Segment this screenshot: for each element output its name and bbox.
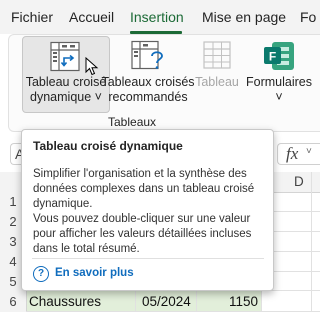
- tooltip-divider: [32, 258, 264, 259]
- learn-more-label[interactable]: En savoir plus: [55, 267, 134, 279]
- tab-formules[interactable]: Fo: [300, 9, 316, 25]
- recommended-pivot-label-line1: Tableaux croisés: [101, 75, 195, 89]
- recommended-pivot-tables-button[interactable]: Tableaux croisés recommandés: [101, 37, 195, 111]
- pivot-table-label-line2: dynamique ˅: [30, 90, 102, 104]
- column-divider: [311, 172, 312, 312]
- ribbon-panel: Tableau croisé dynamique ˅ Tableaux croi…: [8, 34, 320, 132]
- svg-text:F: F: [269, 50, 276, 64]
- table-button[interactable]: Tableau: [195, 37, 239, 111]
- tooltip-title: Tableau croisé dynamique: [33, 139, 183, 153]
- row-header-6[interactable]: 6: [0, 292, 27, 312]
- cell-date[interactable]: 05/2024: [142, 292, 191, 312]
- help-question-icon: ?: [33, 266, 49, 282]
- recommended-pivot-icon: [131, 40, 163, 70]
- pivot-table-label-line1: Tableau croisé: [25, 75, 107, 89]
- pivot-table-button[interactable]: Tableau croisé dynamique ˅: [22, 36, 110, 113]
- cell-product[interactable]: Chaussures: [29, 292, 101, 312]
- mouse-cursor-icon: [85, 57, 99, 76]
- fx-icon: fx: [286, 144, 299, 163]
- group-label-tables: Tableaux: [108, 115, 157, 129]
- tab-accueil[interactable]: Accueil: [69, 9, 114, 25]
- tooltip-hint: Vous pouvez double-cliquer sur une valeu…: [33, 213, 252, 255]
- column-divider: [135, 291, 136, 312]
- insert-function-box[interactable]: fx ˅: [277, 143, 320, 165]
- forms-button[interactable]: F Formulaires ˅: [239, 37, 319, 111]
- forms-label: Formulaires: [246, 75, 312, 89]
- chevron-down-icon: ˅: [306, 146, 312, 157]
- forms-icon: F: [264, 42, 294, 70]
- table-icon: [203, 41, 231, 69]
- recommended-pivot-label-line2: recommandés: [108, 90, 188, 104]
- column-header-d[interactable]: D: [294, 172, 304, 192]
- pivot-table-tooltip: Tableau croisé dynamique Simplifier l'or…: [21, 129, 274, 291]
- tab-mise-en-page[interactable]: Mise en page: [202, 9, 286, 25]
- menu-tabs: Fichier Accueil Insertion Mise en page F…: [0, 0, 320, 34]
- cell-value[interactable]: 1150: [229, 292, 258, 312]
- forms-chevron-icon: ˅: [275, 90, 283, 104]
- table-label: Tableau: [195, 75, 239, 89]
- tooltip-description: Simplifier l'organisation et la synthèse…: [33, 168, 255, 210]
- pivot-table-icon: [50, 41, 80, 72]
- tab-insertion[interactable]: Insertion: [130, 9, 184, 25]
- tab-fichier[interactable]: Fichier: [11, 9, 53, 25]
- column-divider: [196, 291, 197, 312]
